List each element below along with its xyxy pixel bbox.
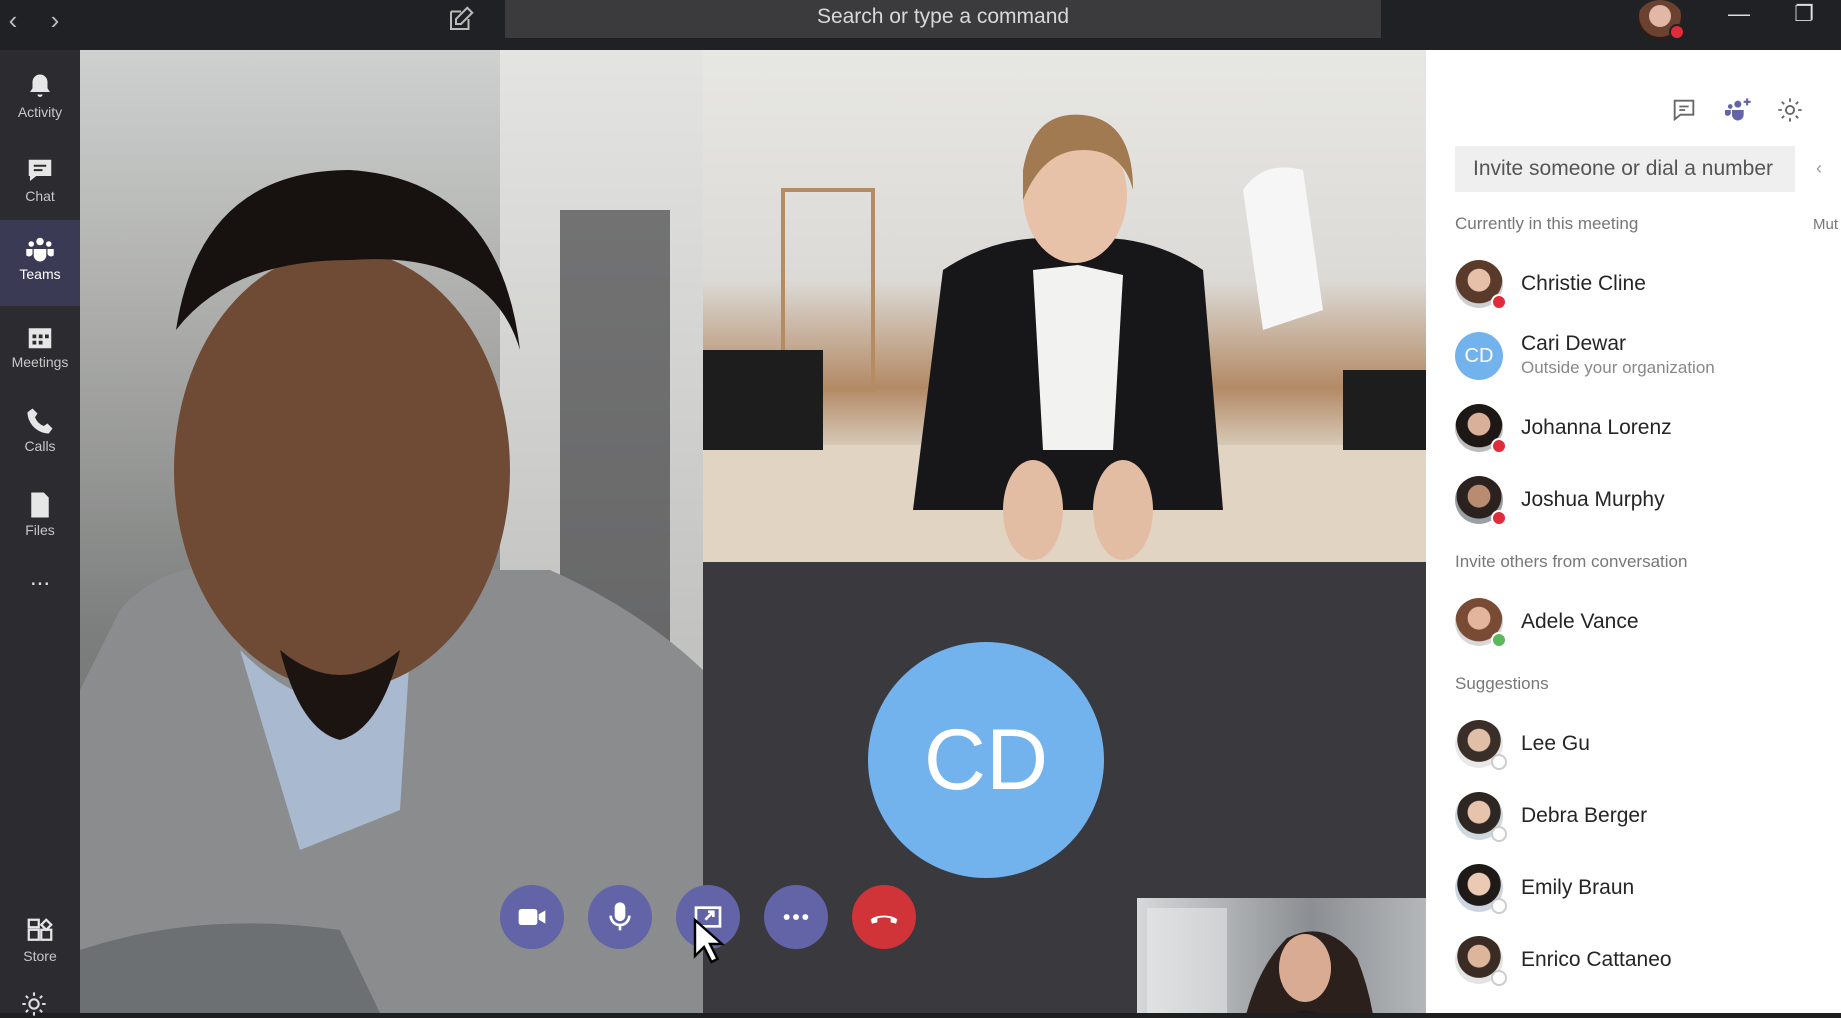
- participant-video-frame: [80, 50, 703, 1013]
- participant-row[interactable]: Christie Cline: [1455, 252, 1841, 316]
- participant-name: Christie Cline: [1521, 272, 1646, 295]
- suggestion-row[interactable]: Debra Berger: [1455, 784, 1841, 848]
- app-rail: Activity Chat Teams Meetings Calls Files…: [0, 50, 80, 1016]
- rail-item-label: Meetings: [11, 354, 69, 370]
- minimize-button[interactable]: —: [1716, 0, 1762, 32]
- suggestion-row[interactable]: Emily Braun: [1455, 856, 1841, 920]
- store-icon: [27, 918, 53, 941]
- meeting-stage: [80, 50, 1426, 1013]
- rail-item-activity[interactable]: Activity: [0, 58, 80, 138]
- section-suggestions: Suggestions: [1455, 674, 1549, 693]
- user-avatar[interactable]: [1637, 0, 1685, 40]
- microphone-toggle-button[interactable]: [588, 885, 652, 949]
- self-view-video[interactable]: [1137, 898, 1426, 1013]
- participant-name: Johanna Lorenz: [1521, 416, 1672, 439]
- busy-status-icon: [1491, 438, 1507, 454]
- invite-options-icon[interactable]: ‹: [1816, 158, 1830, 178]
- rail-item-label: Activity: [17, 104, 63, 120]
- participants-panel: Invite someone or dial a number ‹ Curren…: [1426, 50, 1841, 1013]
- rail-item-label: Files: [25, 522, 55, 538]
- participant-name: Emily Braun: [1521, 876, 1635, 899]
- rail-item-label: Store: [23, 948, 57, 964]
- offline-status-icon: [1491, 826, 1507, 842]
- invite-row[interactable]: Adele Vance: [1455, 590, 1841, 654]
- participant-name: Lee Gu: [1521, 732, 1590, 755]
- microphone-icon: [609, 902, 631, 931]
- busy-status-icon: [1491, 294, 1507, 310]
- rail-item-chat[interactable]: Chat: [0, 142, 80, 222]
- bell-icon: [30, 74, 50, 97]
- rail-item-calls[interactable]: Calls: [0, 392, 80, 472]
- participant-video-large: [80, 50, 703, 1013]
- rail-item-label: Calls: [24, 438, 56, 454]
- offline-status-icon: [1491, 898, 1507, 914]
- more-apps-icon[interactable]: ...: [0, 566, 80, 610]
- restore-button[interactable]: ❐: [1781, 0, 1827, 32]
- mute-all-link[interactable]: Mut: [1813, 216, 1838, 233]
- chat-icon[interactable]: [1670, 96, 1704, 130]
- hang-up-icon: [870, 915, 898, 924]
- back-icon[interactable]: ‹: [0, 6, 26, 36]
- avatar: CD: [1455, 332, 1503, 380]
- offline-status-icon: [1491, 754, 1507, 770]
- participant-name: Enrico Cattaneo: [1521, 948, 1672, 971]
- camera-toggle-button[interactable]: [500, 885, 564, 949]
- participant-avatar-initials: CD: [868, 642, 1104, 878]
- self-view-frame: [1147, 908, 1373, 1013]
- more-options-button[interactable]: [764, 885, 828, 949]
- teams-icon: [26, 237, 54, 262]
- participant-video-christie: [703, 50, 1426, 562]
- suggestion-row[interactable]: Enrico Cattaneo: [1455, 928, 1841, 992]
- rail-item-label: Teams: [19, 266, 61, 282]
- invite-input[interactable]: Invite someone or dial a number: [1455, 146, 1795, 192]
- video-camera-icon: [518, 909, 546, 925]
- busy-status-icon: [1669, 24, 1685, 40]
- rail-item-store[interactable]: Store: [0, 902, 80, 982]
- participant-row[interactable]: CD Cari Dewar Outside your organization: [1455, 324, 1841, 388]
- feedback-icon[interactable]: [20, 990, 48, 1018]
- participant-name: Adele Vance: [1521, 610, 1639, 633]
- participant-name: Joshua Murphy: [1521, 488, 1665, 511]
- rail-item-label: Chat: [25, 188, 55, 204]
- forward-icon[interactable]: ›: [42, 6, 68, 36]
- rail-item-meetings[interactable]: Meetings: [0, 308, 80, 388]
- phone-icon: [27, 408, 53, 434]
- title-bar: ‹ › Search or type a command — ❐: [0, 0, 1841, 50]
- rail-item-files[interactable]: Files: [0, 476, 80, 556]
- offline-status-icon: [1491, 970, 1507, 986]
- participant-row[interactable]: Joshua Murphy: [1455, 468, 1841, 532]
- file-icon: [31, 492, 49, 518]
- settings-icon[interactable]: [1776, 96, 1810, 130]
- participant-name: Debra Berger: [1521, 804, 1648, 827]
- compose-icon[interactable]: [446, 4, 480, 38]
- calendar-icon: [28, 328, 52, 349]
- busy-status-icon: [1491, 510, 1507, 526]
- participant-name: Cari Dewar: [1521, 332, 1627, 355]
- more-options-icon: [783, 914, 809, 920]
- search-input[interactable]: Search or type a command: [505, 0, 1381, 38]
- suggestion-row[interactable]: Lee Gu: [1455, 712, 1841, 776]
- section-invite-conversation: Invite others from conversation: [1455, 552, 1688, 571]
- participant-subtitle: Outside your organization: [1521, 358, 1715, 377]
- chat-icon: [28, 159, 52, 181]
- participant-video-frame: [703, 114, 1426, 562]
- add-people-icon[interactable]: [1724, 96, 1758, 130]
- mouse-cursor-icon: [693, 917, 726, 964]
- rail-item-teams[interactable]: Teams: [0, 220, 80, 306]
- hang-up-button[interactable]: [852, 885, 916, 949]
- section-current-meeting: Currently in this meeting: [1455, 214, 1639, 233]
- participant-row[interactable]: Johanna Lorenz: [1455, 396, 1841, 460]
- available-status-icon: [1491, 632, 1507, 648]
